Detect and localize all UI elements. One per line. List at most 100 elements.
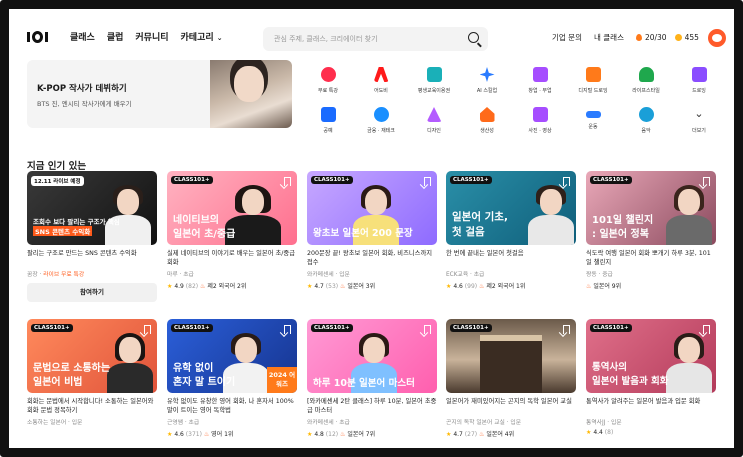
category-label: 금융 · 재테크	[367, 128, 395, 134]
search-input[interactable]: 관심 주제, 클래스, 크리에이터 찾기	[263, 27, 488, 51]
thumb-line: 통역사의	[592, 362, 627, 373]
class-card[interactable]: CLASS101+ 유학 없이 혼자 말 트이기 2024 어워즈 유학 없이도…	[167, 319, 297, 438]
card-thumbnail[interactable]: CLASS101+	[446, 319, 576, 393]
category-adobe[interactable]: 어도비	[359, 67, 403, 94]
class-card[interactable]: CLASS101+ 일본어 기초, 첫 걸음 한 번에 끝내는 일본어 첫걸음 …	[446, 171, 576, 290]
photo-face	[117, 189, 139, 215]
rating-value: 4.8	[314, 431, 324, 438]
card-thumbnail[interactable]: 12.11 라이브 예정 조회수 보다 팔리는 구조가 핵심 SNS 콘텐츠 수…	[27, 171, 157, 245]
nav-community[interactable]: 커뮤니티	[135, 30, 168, 43]
won-icon	[373, 107, 389, 122]
creator-photo	[666, 333, 712, 393]
avatar[interactable]	[708, 29, 726, 47]
class-card[interactable]: CLASS101+ 통역사의 일본어 발음과 회화 통역사가 알려주는 일본어 …	[586, 319, 716, 436]
category-lifelong-pass[interactable]: 평생교육이용권	[412, 67, 456, 94]
card-level: 중급	[602, 272, 613, 278]
class-card[interactable]: CLASS101+ 하루 10분 일본어 마스터 [와카메센세 2탄 클래스] …	[307, 319, 437, 438]
promo-banner[interactable]: K-POP 작사가 데뷔하기 BTS 진, 엔시티 작사가에게 배우기	[27, 60, 292, 128]
thumb-line: 조회수 보다 팔리는 구조가 핵심	[33, 218, 120, 226]
category-digital-drawing[interactable]: 디지털 드로잉	[571, 67, 615, 94]
category-ai-skillup[interactable]: AI 스킬업	[465, 67, 509, 94]
card-rank: 영어 1위	[211, 431, 234, 438]
card-rating: ★ 4.9 (82) ♨ 제2 외국어 2위	[167, 281, 297, 290]
class-card[interactable]: CLASS101+ 101일 챌린지 : 일본어 정복 식도락 여행 일본어 회…	[586, 171, 716, 290]
class-card[interactable]: CLASS101+ 일본어가 재미있어지는 곤지의 독학 일본어 교실 곤지의 …	[446, 319, 576, 438]
bookmark-icon[interactable]	[284, 177, 291, 186]
bookmark-icon[interactable]	[563, 325, 570, 334]
card-rating: ★ 4.7 (53) ♨ 일본어 3위	[307, 281, 437, 290]
bookmark-icon[interactable]	[424, 177, 431, 186]
card-thumbnail[interactable]: CLASS101+ 유학 없이 혼자 말 트이기 2024 어워즈	[167, 319, 297, 393]
card-description: 유학 없이도 유창한 영어 회화, 나 혼자서 100% 말이 트이는 영어 독…	[167, 398, 294, 414]
photo-face	[678, 189, 700, 215]
card-description: 실제 네이티브의 이야기로 배우는 일본어 초/중급 회화	[167, 250, 295, 266]
class-card[interactable]: CLASS101+ 왕초보 일본어 200 문장 200문장 끝! 왕초보 일본…	[307, 171, 437, 290]
rank-flame-icon: ♨	[586, 283, 592, 290]
category-craft[interactable]: 공예	[306, 107, 350, 134]
category-design[interactable]: 디자인	[412, 107, 456, 134]
photo-body	[666, 215, 712, 245]
category-exercise[interactable]: 운동	[571, 107, 615, 130]
category-finance[interactable]: 금융 · 재테크	[359, 107, 403, 134]
bookmark-icon[interactable]	[284, 325, 291, 334]
card-level: 입문	[510, 420, 522, 426]
thumb-line: 101일 챌린지	[592, 215, 654, 226]
my-class-link[interactable]: 내 클래스	[594, 32, 624, 43]
card-thumbnail[interactable]: CLASS101+ 통역사의 일본어 발음과 회화	[586, 319, 716, 393]
category-productivity[interactable]: 생산성	[465, 107, 509, 134]
card-badge: CLASS101+	[31, 324, 73, 332]
creator-photo	[105, 185, 151, 245]
category-lifestyle[interactable]: 라이프스타일	[624, 67, 668, 94]
nav-category[interactable]: 카테고리 ⌄	[181, 30, 223, 43]
class101-logo[interactable]	[27, 30, 49, 44]
award-tag: 2024 어워즈	[267, 367, 297, 393]
category-free-lecture[interactable]: 무료 특강	[306, 67, 350, 94]
tablet-icon	[585, 67, 601, 82]
category-photo-video[interactable]: 사진 · 영상	[518, 107, 562, 134]
join-button[interactable]: 참여하기	[27, 283, 157, 302]
category-label: 더보기	[692, 128, 706, 134]
card-author: 곤지의 독학 일본어 교실	[446, 420, 505, 426]
shapes-icon	[426, 107, 442, 122]
thumb-line: 혼자 말 트이기	[173, 377, 236, 388]
dumbbell-icon	[585, 111, 601, 118]
card-thumbnail[interactable]: CLASS101+ 101일 챌린지 : 일본어 정복	[586, 171, 716, 245]
card-thumbnail[interactable]: CLASS101+ 일본어 기초, 첫 걸음	[446, 171, 576, 245]
thumb-line: 하루 10분 일본어 마스터	[313, 378, 415, 389]
card-thumbnail[interactable]: CLASS101+ 왕초보 일본어 200 문장	[307, 171, 437, 245]
bookmark-icon[interactable]	[424, 325, 431, 334]
class-card[interactable]: 12.11 라이브 예정 조회수 보다 팔리는 구조가 핵심 SNS 콘텐츠 수…	[27, 171, 157, 302]
logo-bar-left	[27, 32, 30, 42]
card-author: 와카메센세	[307, 420, 334, 426]
business-inquiry-link[interactable]: 기업 문의	[552, 32, 582, 43]
search-icon[interactable]	[468, 32, 479, 43]
thumb-line: 일본어 비법	[33, 377, 83, 388]
rating-count: (371)	[185, 431, 202, 438]
nav-category-label: 카테고리	[180, 33, 214, 43]
nav-club[interactable]: 클럽	[107, 30, 124, 43]
category-startup[interactable]: 창업 · 부업	[518, 67, 562, 94]
rating-count: (12)	[325, 431, 339, 438]
category-label: 운동	[588, 124, 598, 130]
thumb-line: 일본어 발음과 회화	[592, 376, 669, 387]
nav-class[interactable]: 클래스	[70, 30, 95, 43]
card-thumbnail[interactable]: CLASS101+ 문법으로 소통하는 일본어 비법	[27, 319, 157, 393]
photo-face	[540, 189, 562, 215]
card-description: [와카메센세 2탄 클래스] 하루 10분, 일본어 초중급 마스터	[307, 398, 437, 414]
card-author: 와카메센세	[307, 272, 334, 278]
creator-photo	[528, 185, 574, 245]
category-music[interactable]: 음악	[624, 107, 668, 134]
class-card[interactable]: CLASS101+ 네이티브의 일본어 초/중급 실제 네이티브의 이야기로 배…	[167, 171, 297, 290]
card-rating: ★ 4.6 (371) ♨ 영어 1위	[167, 429, 297, 438]
card-thumbnail[interactable]: CLASS101+ 네이티브의 일본어 초/중급	[167, 171, 297, 245]
photo-face	[242, 189, 264, 215]
card-rank: 일본어 3위	[347, 283, 376, 290]
coin-count[interactable]: 455	[685, 33, 699, 42]
class-card[interactable]: CLASS101+ 문법으로 소통하는 일본어 비법 회화는 문법에서 시작합니…	[27, 319, 157, 426]
card-rating: ★ 4.4 (8)	[586, 429, 716, 436]
streak-count[interactable]: 20/30	[645, 33, 667, 42]
category-drawing[interactable]: 드로잉	[677, 67, 721, 94]
category-more[interactable]: ⌄ 더보기	[677, 107, 721, 134]
logo-bar-right	[45, 32, 48, 42]
card-thumbnail[interactable]: CLASS101+ 하루 10분 일본어 마스터	[307, 319, 437, 393]
